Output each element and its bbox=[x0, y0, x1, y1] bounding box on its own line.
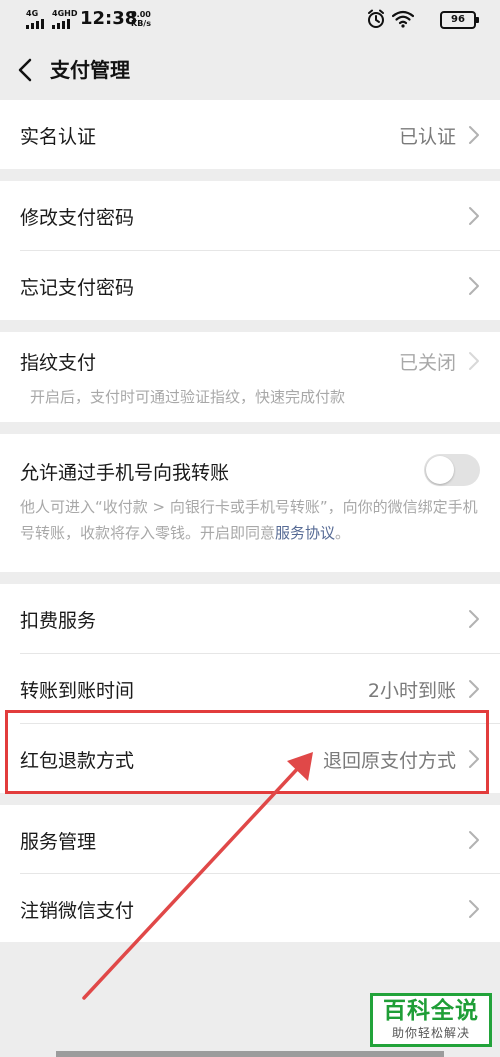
chevron-right-icon bbox=[469, 831, 479, 849]
navigation-bar: 支付管理 bbox=[0, 40, 500, 100]
fingerprint-row[interactable]: 指纹支付 已关闭 开启后，支付时可通过验证指纹，快速完成付款 bbox=[0, 332, 500, 422]
network-speed-value: 0.00 bbox=[131, 10, 151, 19]
alarm-icon bbox=[368, 9, 384, 28]
battery-icon: 96 bbox=[440, 11, 479, 29]
change-password-row[interactable]: 修改支付密码 bbox=[0, 181, 500, 250]
section-real-name: 实名认证 已认证 bbox=[0, 100, 500, 169]
network-speed: 0.00 KB/s bbox=[131, 10, 151, 28]
red-packet-refund-row[interactable]: 红包退款方式 退回原支付方式 bbox=[0, 724, 500, 793]
network-type-1: 4G bbox=[26, 9, 39, 18]
real-name-label: 实名认证 bbox=[20, 126, 97, 148]
deduction-service-row[interactable]: 扣费服务 bbox=[0, 584, 500, 653]
change-password-label: 修改支付密码 bbox=[20, 207, 135, 229]
chevron-right-icon bbox=[469, 680, 479, 698]
page-title: 支付管理 bbox=[50, 58, 130, 82]
transfer-time-label: 转账到账时间 bbox=[20, 680, 135, 702]
close-wechat-pay-row[interactable]: 注销微信支付 bbox=[0, 874, 500, 942]
deduction-service-label: 扣费服务 bbox=[20, 610, 97, 632]
watermark-subtitle: 助你轻松解决 bbox=[391, 1026, 470, 1040]
service-agreement-link[interactable]: 服务协议 bbox=[275, 524, 335, 542]
network-type-2: 4GHD bbox=[52, 9, 78, 18]
chevron-right-icon bbox=[469, 277, 479, 295]
toggle-knob bbox=[426, 456, 454, 484]
watermark-title: 百科全说 bbox=[383, 998, 479, 1024]
section-account: 服务管理 注销微信支付 bbox=[0, 805, 500, 942]
status-time: 12:38 bbox=[80, 8, 138, 29]
chevron-left-icon bbox=[18, 58, 32, 82]
phone-transfer-description-text: 他人可进入“收付款 > 向银行卡或手机号转账”，向你的微信绑定手机号转账，收款将… bbox=[20, 498, 478, 542]
service-management-label: 服务管理 bbox=[20, 831, 97, 853]
close-wechat-pay-label: 注销微信支付 bbox=[20, 900, 135, 922]
signal-bars-icon bbox=[26, 19, 44, 29]
transfer-time-value: 2小时到账 bbox=[367, 680, 456, 702]
fingerprint-description: 开启后，支付时可通过验证指纹，快速完成付款 bbox=[30, 388, 346, 406]
phone-transfer-description: 他人可进入“收付款 > 向银行卡或手机号转账”，向你的微信绑定手机号转账，收款将… bbox=[20, 494, 480, 546]
network-speed-unit: KB/s bbox=[131, 19, 151, 28]
phone-transfer-label: 允许通过手机号向我转账 bbox=[20, 462, 230, 484]
bottom-strip bbox=[56, 1051, 444, 1057]
forgot-password-row[interactable]: 忘记支付密码 bbox=[0, 251, 500, 320]
chevron-right-icon bbox=[469, 750, 479, 768]
real-name-row[interactable]: 实名认证 已认证 bbox=[0, 100, 500, 169]
chevron-right-icon bbox=[469, 126, 479, 144]
signal-bars-icon bbox=[52, 19, 70, 29]
fingerprint-status: 已关闭 bbox=[398, 352, 456, 374]
transfer-time-row[interactable]: 转账到账时间 2小时到账 bbox=[0, 654, 500, 723]
status-bar: 4G 4GHD 12:38 0.00 KB/s 96 bbox=[0, 0, 500, 40]
back-button[interactable] bbox=[10, 52, 42, 88]
real-name-status: 已认证 bbox=[398, 126, 456, 148]
chevron-right-icon bbox=[469, 610, 479, 628]
red-packet-refund-value: 退回原支付方式 bbox=[322, 750, 456, 772]
phone-transfer-toggle[interactable] bbox=[424, 454, 480, 486]
red-packet-refund-label: 红包退款方式 bbox=[20, 750, 135, 772]
phone-transfer-description-end: 。 bbox=[335, 524, 351, 542]
service-management-row[interactable]: 服务管理 bbox=[0, 805, 500, 873]
forgot-password-label: 忘记支付密码 bbox=[20, 277, 135, 299]
section-phone-transfer: 允许通过手机号向我转账 他人可进入“收付款 > 向银行卡或手机号转账”，向你的微… bbox=[0, 434, 500, 572]
section-fingerprint: 指纹支付 已关闭 开启后，支付时可通过验证指纹，快速完成付款 bbox=[0, 332, 500, 422]
chevron-right-icon bbox=[469, 352, 479, 370]
chevron-right-icon bbox=[469, 207, 479, 225]
status-icons: 96 bbox=[366, 8, 479, 30]
watermark-logo: 百科全说 助你轻松解决 bbox=[370, 993, 492, 1047]
chevron-right-icon bbox=[469, 900, 479, 918]
wifi-icon bbox=[392, 10, 414, 28]
fingerprint-label: 指纹支付 bbox=[20, 352, 97, 374]
section-password: 修改支付密码 忘记支付密码 bbox=[0, 181, 500, 320]
section-payment-options: 扣费服务 转账到账时间 2小时到账 红包退款方式 退回原支付方式 bbox=[0, 584, 500, 793]
